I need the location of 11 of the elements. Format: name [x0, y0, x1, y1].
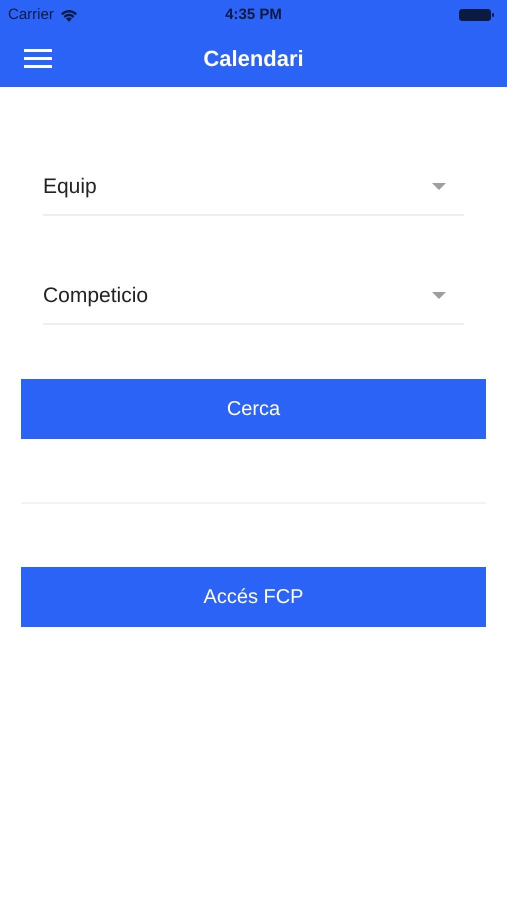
header-title: Calendari [203, 45, 304, 73]
search-button[interactable]: Cerca [21, 379, 486, 439]
wifi-icon [60, 8, 78, 22]
dropdown-caret-icon [432, 292, 446, 300]
carrier-label: Carrier [8, 4, 54, 25]
access-button[interactable]: Accés FCP [21, 567, 486, 627]
battery-icon [459, 8, 495, 22]
status-time: 4:35 PM [225, 4, 282, 25]
dropdown-select[interactable]: Equip [43, 160, 464, 216]
dropdown-select[interactable]: Competicio [43, 269, 464, 325]
dropdown-caret-icon [432, 183, 446, 191]
